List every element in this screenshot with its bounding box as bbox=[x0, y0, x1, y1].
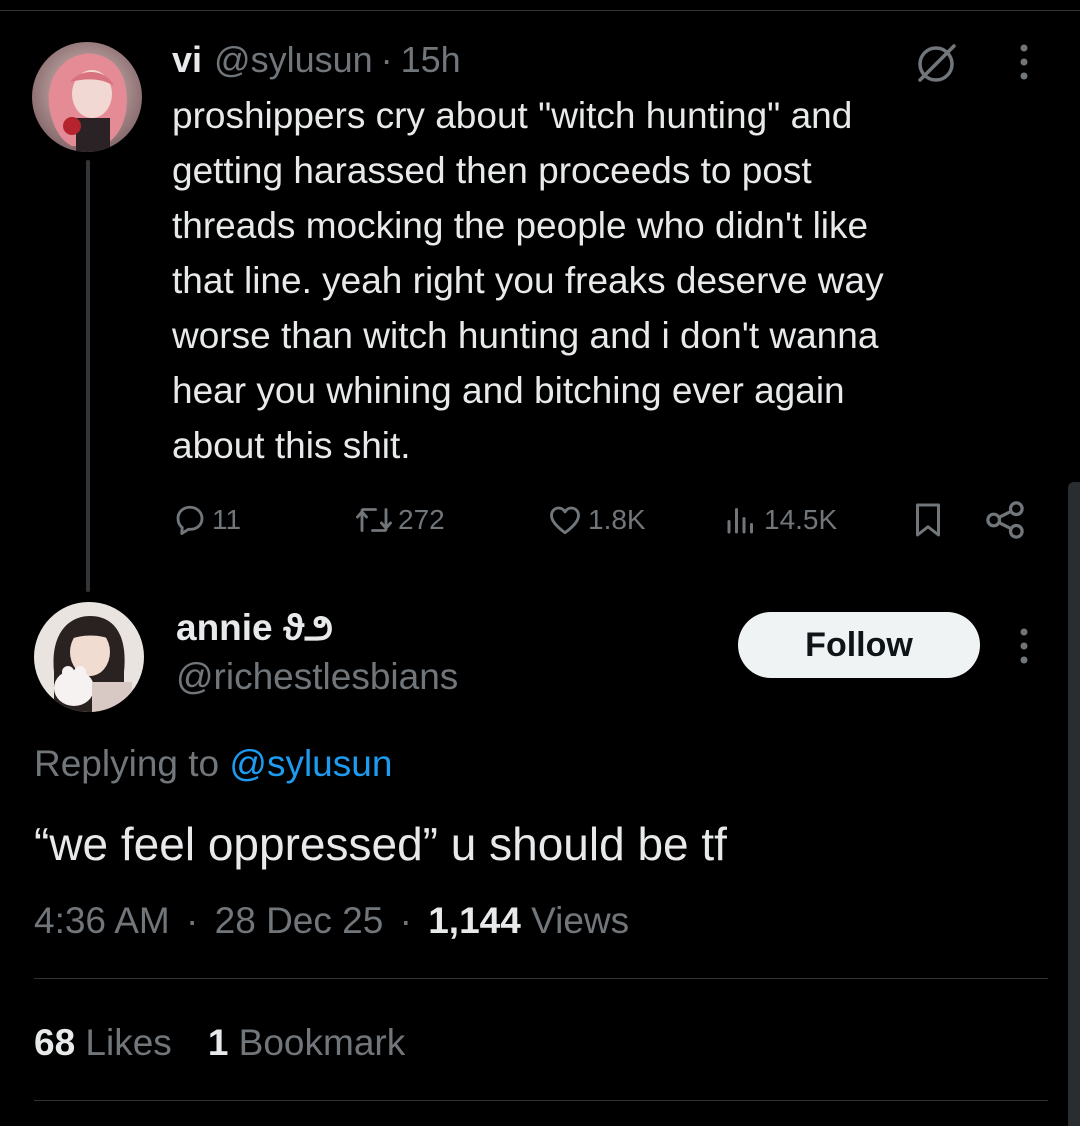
views-count: 14.5K bbox=[764, 504, 838, 535]
views-icon bbox=[727, 508, 753, 534]
reply-count: 11 bbox=[212, 504, 242, 535]
bookmarks-count: 1 bbox=[207, 1022, 229, 1063]
repost-icon bbox=[356, 508, 392, 532]
tweet-text-line: proshippers cry about "witch hunting" an… bbox=[172, 95, 853, 136]
tweet-actions: 11 272 1.8K 14.5K bbox=[0, 498, 1080, 542]
bookmarks-stat[interactable]: 1 Bookmark bbox=[208, 1018, 405, 1068]
likes-count: 68 bbox=[34, 1022, 76, 1063]
tweet-text: proshippers cry about "witch hunting" an… bbox=[172, 88, 1012, 473]
reply-stats: 68 Likes 1 Bookmark bbox=[34, 1018, 405, 1068]
tweet-text-line: worse than witch hunting and i don't wan… bbox=[172, 315, 879, 356]
reply-author-name[interactable]: annie ϑ౨ bbox=[176, 604, 333, 652]
reply-icon bbox=[176, 505, 204, 535]
likes-label: Likes bbox=[75, 1022, 172, 1063]
reply-meta: 4:36 AM · 28 Dec 25 · 1,144 Views bbox=[34, 896, 629, 946]
author-name[interactable]: vi bbox=[172, 39, 202, 81]
reply-date[interactable]: 28 Dec 25 bbox=[215, 900, 384, 941]
likes-stat[interactable]: 68 Likes bbox=[34, 1018, 172, 1068]
reply-text: “we feel oppressed” u should be tf bbox=[34, 818, 727, 870]
meta-separator: · bbox=[399, 900, 412, 941]
reply-button[interactable]: 11 bbox=[172, 498, 241, 542]
bookmark-icon bbox=[916, 503, 940, 537]
tweet-text-line: threads mocking the people who didn't li… bbox=[172, 205, 869, 246]
repost-count: 272 bbox=[398, 504, 445, 535]
tweet-text-line: that line. yeah right you freaks deserve… bbox=[172, 260, 884, 301]
replying-to: Replying to @sylusun bbox=[34, 740, 392, 788]
like-icon bbox=[550, 506, 580, 535]
reply-author-avatar[interactable] bbox=[34, 602, 144, 712]
share-button[interactable] bbox=[984, 498, 1030, 542]
top-divider bbox=[0, 10, 1080, 11]
reply-more-icon[interactable] bbox=[1014, 626, 1034, 671]
bookmark-button[interactable] bbox=[910, 498, 950, 542]
views-button[interactable]: 14.5K bbox=[722, 498, 837, 542]
reply-author-handle[interactable]: @richestlesbians bbox=[176, 654, 458, 700]
scrollbar[interactable] bbox=[1068, 482, 1080, 1126]
tweet-text-line: getting harassed then proceeds to post bbox=[172, 150, 812, 191]
meta-separator: · bbox=[186, 900, 199, 941]
follow-button[interactable]: Follow bbox=[738, 612, 980, 678]
reply-views-count: 1,144 bbox=[428, 900, 521, 941]
replying-to-mention[interactable]: @sylusun bbox=[229, 743, 392, 784]
tweet-text-line: about this shit. bbox=[172, 425, 411, 466]
repost-button[interactable]: 272 bbox=[354, 498, 445, 542]
replying-to-label: Replying to bbox=[34, 743, 230, 784]
divider bbox=[34, 1100, 1048, 1101]
like-button[interactable]: 1.8K bbox=[546, 498, 646, 542]
tweet-time[interactable]: 15h bbox=[401, 39, 461, 81]
share-icon bbox=[986, 501, 1024, 539]
reply-time[interactable]: 4:36 AM bbox=[34, 900, 170, 941]
author-handle[interactable]: @sylusun bbox=[214, 39, 373, 81]
reply-views-label: Views bbox=[520, 900, 630, 941]
like-count: 1.8K bbox=[588, 504, 646, 535]
bookmarks-label: Bookmark bbox=[228, 1022, 406, 1063]
header-separator: · bbox=[380, 39, 393, 80]
tweet-header: vi @sylusun · 15h bbox=[172, 38, 461, 82]
tweet-text-line: hear you whining and bitching ever again bbox=[172, 370, 845, 411]
divider bbox=[34, 978, 1048, 979]
grok-icon[interactable] bbox=[912, 40, 960, 93]
more-icon[interactable] bbox=[1014, 42, 1034, 87]
author-avatar[interactable] bbox=[32, 42, 142, 152]
